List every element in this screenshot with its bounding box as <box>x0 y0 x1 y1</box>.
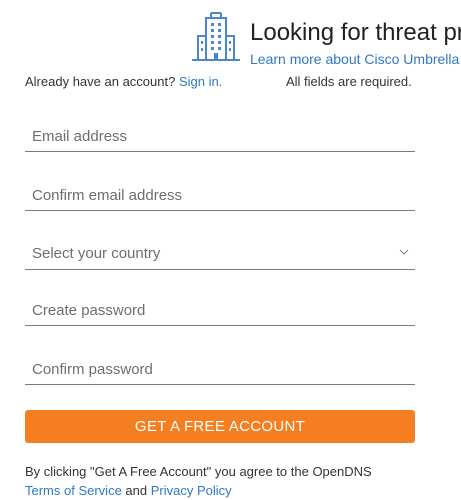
confirm-password-field[interactable] <box>25 355 415 383</box>
umbrella-link[interactable]: Learn more about Cisco Umbrella <box>250 51 459 67</box>
terms-notice: By clicking "Get A Free Account" you agr… <box>25 462 445 500</box>
promo-banner: Looking for threat protection? Learn mor… <box>190 10 461 68</box>
account-prompt: Already have an account? Sign in. <box>25 74 222 89</box>
confirm-password-field-wrapper <box>25 355 415 385</box>
email-field[interactable] <box>25 122 415 150</box>
confirm-email-field-wrapper <box>25 181 415 211</box>
country-select-value: Select your country <box>32 245 161 262</box>
confirm-email-field[interactable] <box>25 181 415 209</box>
password-field[interactable] <box>25 296 415 324</box>
terms-text: By clicking "Get A Free Account" you agr… <box>25 464 372 479</box>
get-free-account-button[interactable]: GET A FREE ACCOUNT <box>25 410 415 443</box>
required-note: All fields are required. <box>286 74 412 89</box>
promo-title: Looking for threat protection? <box>250 19 461 46</box>
password-field-wrapper <box>25 296 415 326</box>
sign-in-link[interactable]: Sign in. <box>179 74 222 89</box>
country-select[interactable]: Select your country <box>25 240 415 270</box>
chevron-down-icon <box>399 249 409 255</box>
account-prompt-text: Already have an account? <box>25 74 179 89</box>
email-field-wrapper <box>25 122 415 152</box>
building-icon <box>192 12 240 61</box>
